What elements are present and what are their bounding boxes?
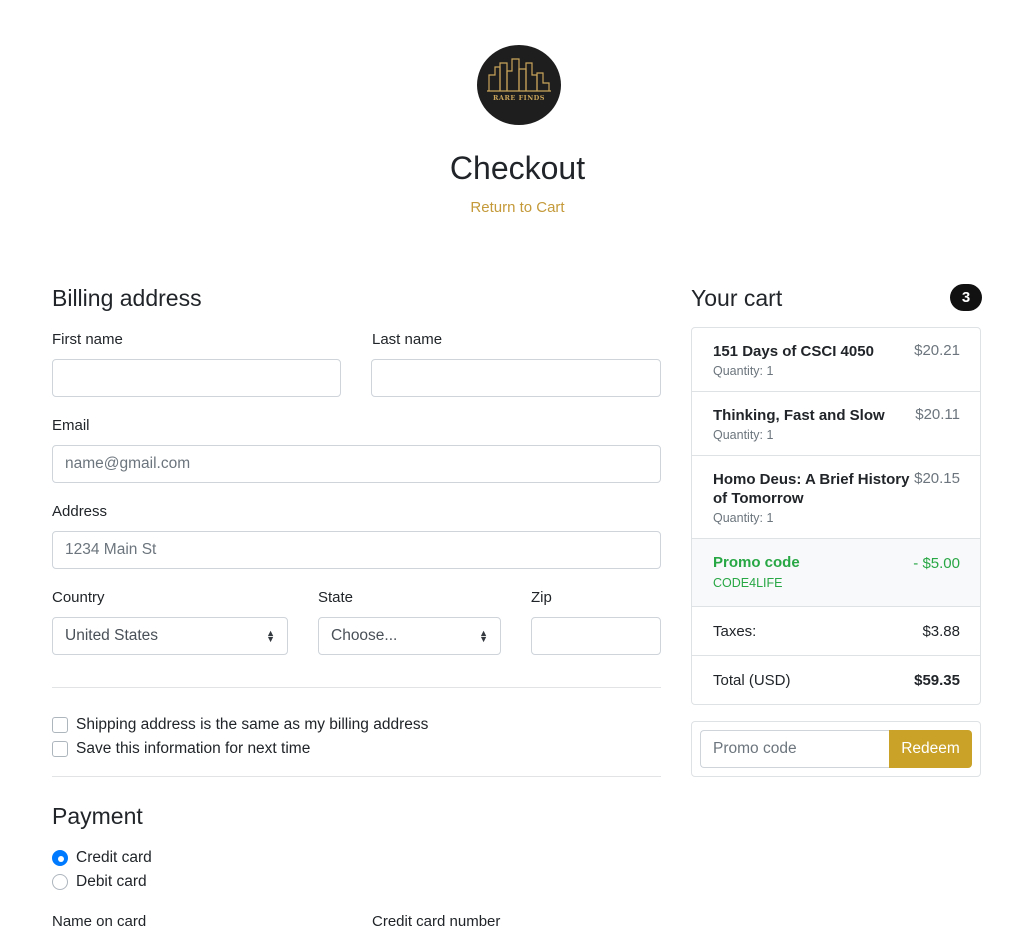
return-to-cart-link[interactable]: Return to Cart: [0, 199, 1035, 216]
cart-item-quantity: Quantity: 1: [713, 511, 774, 525]
cart-item-name: Homo Deus: A Brief History of Tomorrow: [713, 471, 910, 507]
state-label: State: [318, 589, 354, 606]
cart-count-badge: 3: [950, 284, 982, 311]
same-address-label: Shipping address is the same as my billi…: [76, 716, 429, 733]
debit-card-option[interactable]: Debit card: [52, 873, 147, 891]
cart-item-price: $20.21: [914, 342, 960, 359]
divider: [52, 687, 661, 688]
cart-item-quantity: Quantity: 1: [713, 364, 774, 378]
cart-item: 151 Days of CSCI 4050 Quantity: 1 $20.21: [692, 328, 980, 392]
divider: [52, 776, 661, 777]
debit-card-label: Debit card: [76, 873, 147, 890]
promo-code-value: CODE4LIFE: [713, 576, 783, 590]
rare-finds-logo: RARE FINDS: [477, 45, 561, 125]
name-on-card-label: Name on card: [52, 913, 147, 930]
cart-list: 151 Days of CSCI 4050 Quantity: 1 $20.21…: [691, 327, 981, 705]
cart-item-name: Thinking, Fast and Slow: [713, 407, 885, 424]
first-name-input[interactable]: [52, 359, 341, 397]
cart-item-price: $20.11: [915, 406, 960, 423]
country-label: Country: [52, 589, 105, 606]
zip-label: Zip: [531, 589, 552, 606]
total-value: $59.35: [914, 671, 960, 689]
same-address-option[interactable]: Shipping address is the same as my billi…: [52, 716, 428, 734]
zip-input[interactable]: [531, 617, 661, 655]
cart-item: Homo Deus: A Brief History of Tomorrow Q…: [692, 456, 980, 539]
credit-card-label: Credit card: [76, 849, 152, 866]
last-name-label: Last name: [372, 331, 443, 348]
city-skyline-icon: [487, 58, 551, 92]
select-arrows-icon: ▲ ▼: [479, 628, 488, 644]
save-info-option[interactable]: Save this information for next time: [52, 740, 310, 758]
email-label: Email: [52, 417, 90, 434]
credit-card-option[interactable]: Credit card: [52, 849, 152, 867]
cart-item-name: 151 Days of CSCI 4050: [713, 343, 874, 360]
state-select[interactable]: Choose... ▲ ▼: [318, 617, 501, 655]
card-number-label: Credit card number: [372, 913, 501, 930]
redeem-form: Redeem: [691, 721, 981, 777]
promo-code-label: Promo code: [713, 554, 800, 571]
email-input[interactable]: [52, 445, 661, 483]
taxes-label: Taxes:: [713, 622, 757, 640]
debit-card-radio[interactable]: [52, 874, 68, 890]
country-select-value: United States: [65, 627, 159, 644]
logo-text: RARE FINDS: [493, 94, 545, 102]
save-info-checkbox[interactable]: [52, 741, 68, 757]
your-cart-heading: Your cart: [691, 285, 783, 311]
same-address-checkbox[interactable]: [52, 717, 68, 733]
total-row: Total (USD) $59.35: [692, 656, 980, 704]
select-arrows-icon: ▲ ▼: [266, 628, 275, 644]
address-input[interactable]: [52, 531, 661, 569]
last-name-input[interactable]: [371, 359, 661, 397]
cart-item-quantity: Quantity: 1: [713, 428, 774, 442]
total-label: Total (USD): [713, 671, 791, 689]
country-select[interactable]: United States ▲ ▼: [52, 617, 288, 655]
credit-card-radio[interactable]: [52, 850, 68, 866]
cart-item-price: $20.15: [914, 470, 960, 487]
state-select-value: Choose...: [331, 627, 398, 644]
address-label: Address: [52, 503, 108, 520]
save-info-label: Save this information for next time: [76, 740, 311, 757]
billing-address-heading: Billing address: [52, 285, 202, 311]
cart-item: Thinking, Fast and Slow Quantity: 1 $20.…: [692, 392, 980, 456]
redeem-button[interactable]: Redeem: [889, 730, 972, 768]
page-title: Checkout: [449, 150, 586, 186]
taxes-row: Taxes: $3.88: [692, 607, 980, 656]
promo-code-input[interactable]: [700, 730, 890, 768]
first-name-label: First name: [52, 331, 123, 348]
taxes-value: $3.88: [922, 622, 960, 640]
promo-code-row: Promo code CODE4LIFE - $5.00: [692, 539, 980, 607]
promo-discount: - $5.00: [913, 555, 960, 572]
payment-heading: Payment: [52, 803, 143, 829]
